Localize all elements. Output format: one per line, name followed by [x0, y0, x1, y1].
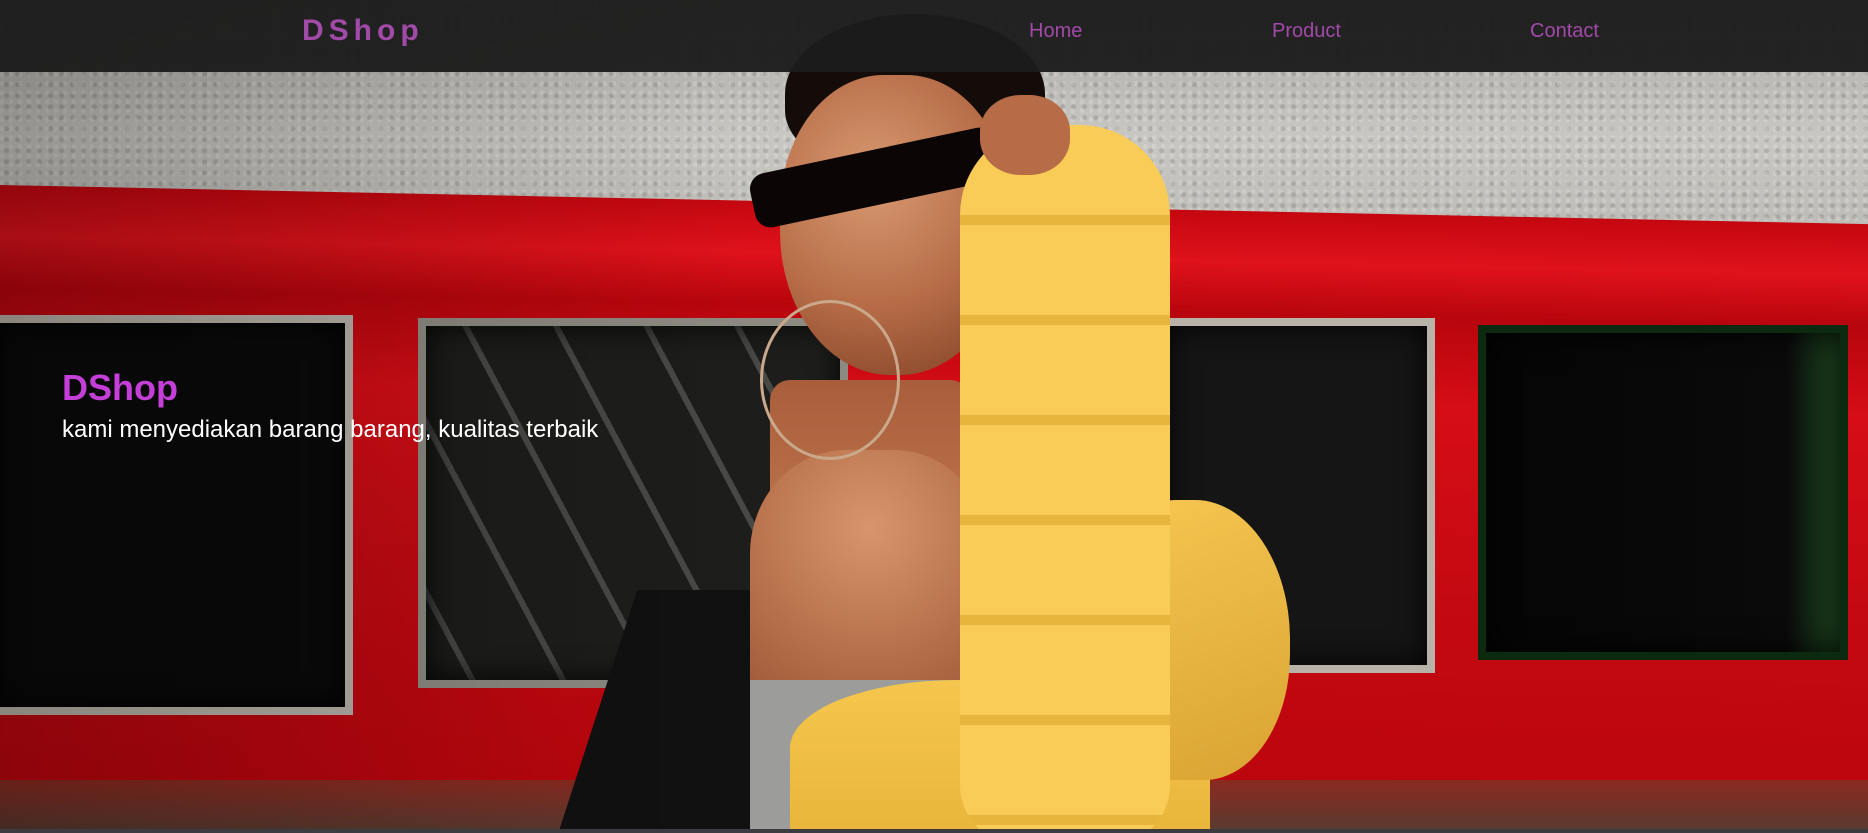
- hero-subtitle: kami menyediakan barang barang, kualitas…: [62, 416, 599, 443]
- page: DShop Home Product Contact DShop kami me…: [0, 0, 1868, 833]
- nav-link-home[interactable]: Home: [1029, 20, 1082, 43]
- hero-title: DShop: [62, 367, 178, 408]
- brand-logo[interactable]: DShop: [302, 14, 424, 48]
- bottom-edge: [0, 829, 1868, 833]
- nav-link-contact[interactable]: Contact: [1530, 20, 1599, 43]
- hero-caption: DShop kami menyediakan barang barang, ku…: [62, 365, 598, 447]
- navbar: DShop Home Product Contact: [0, 0, 1868, 72]
- nav-link-product[interactable]: Product: [1272, 20, 1341, 43]
